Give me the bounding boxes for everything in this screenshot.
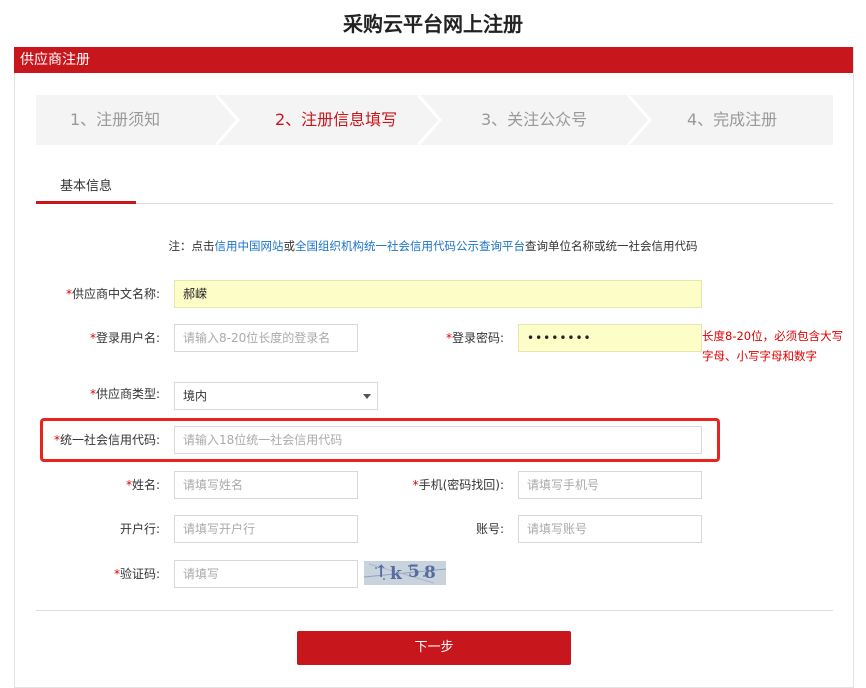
supplier-type-select[interactable]: 境内 — [174, 382, 378, 410]
captcha-char: 5 — [408, 562, 420, 582]
username-input[interactable]: 请输入8-20位长度的登录名 — [174, 324, 358, 352]
captcha-char: ↑ — [374, 562, 389, 582]
step-2: 2、注册信息填写 — [275, 110, 398, 129]
captcha-input[interactable]: 请填写 — [174, 560, 358, 588]
captcha-char: k — [390, 564, 402, 584]
step-3: 3、关注公众号 — [481, 110, 588, 129]
notice-text: 注：点击信用中国网站或全国组织机构统一社会信用代码公示查询平台查询单位名称或统一… — [168, 239, 698, 253]
panel-title: 供应商注册 — [20, 52, 90, 68]
credit-code-label: *统一社会信用代码: — [53, 433, 160, 447]
account-input[interactable]: 请填写账号 — [518, 515, 702, 543]
credit-code-query-link[interactable]: 全国组织机构统一社会信用代码公示查询平台 — [295, 239, 525, 253]
tab-bar: 基本信息 — [36, 175, 833, 204]
supplier-name-label: *供应商中文名称: — [65, 287, 160, 301]
tab-basic-info[interactable]: 基本信息 — [36, 175, 136, 204]
page-title: 采购云平台网上注册 — [343, 12, 523, 36]
step-1: 1、注册须知 — [70, 110, 161, 129]
captcha-image[interactable]: ↑ k 5 8 — [364, 561, 446, 585]
password-hint: 长度8-20位，必须包含大写字母、小写字母和数字 — [702, 329, 844, 363]
divider — [36, 610, 833, 611]
step-separator-icon — [416, 95, 442, 145]
bank-input[interactable]: 请填写开户行 — [174, 515, 358, 543]
username-label: *登录用户名: — [89, 331, 160, 345]
next-step-button[interactable]: 下一步 — [297, 631, 571, 665]
phone-input[interactable]: 请填写手机号 — [518, 471, 702, 499]
step-separator-icon — [214, 95, 240, 145]
phone-label: *手机(密码找回): — [412, 478, 504, 492]
name-input[interactable]: 请填写姓名 — [174, 471, 358, 499]
credit-code-input[interactable]: 请输入18位统一社会信用代码 — [174, 426, 702, 454]
supplier-name-input[interactable]: 郝嵘 — [174, 280, 702, 308]
chevron-down-icon — [363, 394, 371, 399]
step-wizard: 1、注册须知 2、注册信息填写 3、关注公众号 4、完成注册 — [36, 95, 833, 145]
password-label: *登录密码: — [445, 331, 504, 345]
name-label: *姓名: — [125, 478, 160, 492]
captcha-label: *验证码: — [113, 567, 160, 581]
bank-label: 开户行: — [119, 522, 160, 536]
password-input[interactable]: •••••••• — [518, 324, 702, 352]
step-4: 4、完成注册 — [687, 110, 778, 129]
captcha-char: 8 — [424, 563, 436, 583]
credit-china-link[interactable]: 信用中国网站 — [215, 239, 284, 253]
supplier-type-label: *供应商类型: — [89, 387, 160, 401]
step-separator-icon — [626, 95, 652, 145]
account-label: 账号: — [475, 522, 504, 536]
panel-header: 供应商注册 — [14, 47, 853, 73]
